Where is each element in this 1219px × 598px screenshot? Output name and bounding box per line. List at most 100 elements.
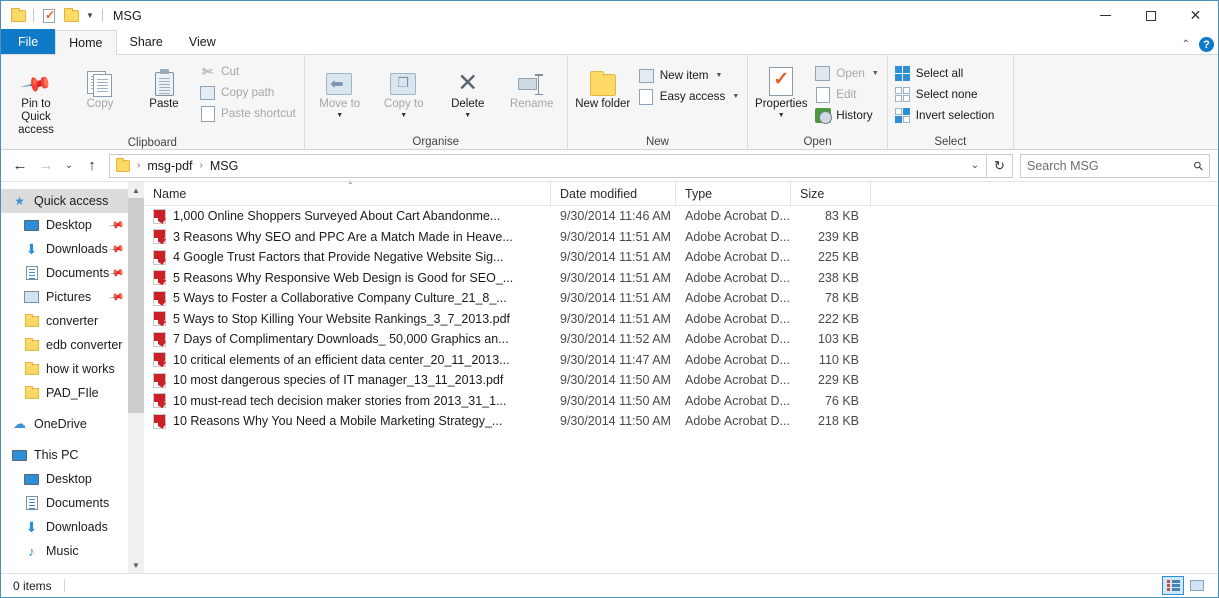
delete-button[interactable]: ✕ Delete ▼ [436,59,500,120]
paste-button[interactable]: Paste [132,59,196,111]
new-folder-button[interactable]: New folder [571,59,635,111]
table-row[interactable]: 7 Days of Complimentary Downloads_ 50,00… [144,329,1218,350]
copy-to-button[interactable]: ❐ Copy to ▼ [372,59,436,120]
table-row[interactable]: 5 Reasons Why Responsive Web Design is G… [144,268,1218,289]
column-headers: ⌃ Name Date modified Type Size [144,182,1218,206]
sidebar-item-downloads[interactable]: ⬇ Downloads 📌 [1,237,144,261]
breadcrumb-item-msg-pdf[interactable]: msg-pdf [147,159,192,173]
file-name-cell[interactable]: 10 critical elements of an efficient dat… [144,352,551,368]
easy-access-button[interactable]: Easy access ▼ [635,86,745,107]
help-icon[interactable]: ? [1199,37,1214,52]
large-icons-view-button[interactable] [1186,576,1208,595]
chevron-up-icon[interactable]: ⌃ [1182,39,1190,50]
navpane-scrollbar[interactable]: ▲ ▼ [128,182,144,573]
edit-button[interactable]: Edit [811,84,884,105]
properties-button[interactable]: Properties ▼ [751,59,811,120]
pin-to-quick-access-button[interactable]: 📌 Pin to Quick access [4,59,68,137]
rename-button[interactable]: Rename [500,59,564,111]
paste-shortcut-button[interactable]: Paste shortcut [196,103,301,124]
chevron-down-icon[interactable]: ▼ [872,70,879,77]
column-header-size[interactable]: Size [791,182,871,205]
sidebar-item-this-pc-desktop[interactable]: Desktop [1,467,144,491]
sidebar-item-this-pc-downloads[interactable]: ⬇ Downloads [1,515,144,539]
sidebar-item-edb-converter[interactable]: edb converter [1,333,144,357]
table-row[interactable]: 1,000 Online Shoppers Surveyed About Car… [144,206,1218,227]
minimize-button[interactable] [1083,1,1128,30]
sidebar-item-this-pc[interactable]: This PC [1,443,144,467]
file-name-cell[interactable]: 10 must-read tech decision maker stories… [144,393,551,409]
scroll-down-icon[interactable]: ▼ [132,557,140,573]
breadcrumb[interactable]: › msg-pdf › MSG ⌄ ↻ [109,153,1013,178]
file-name-cell[interactable]: 10 Reasons Why You Need a Mobile Marketi… [144,413,551,429]
sidebar-item-this-pc-documents[interactable]: Documents [1,491,144,515]
folder-icon[interactable] [7,5,29,27]
move-to-button[interactable]: ⬅ Move to ▼ [308,59,372,120]
table-row[interactable]: 5 Ways to Foster a Collaborative Company… [144,288,1218,309]
select-none-button[interactable]: Select none [891,84,1000,105]
sidebar-item-converter[interactable]: converter [1,309,144,333]
tab-home[interactable]: Home [55,30,117,55]
copy-button[interactable]: Copy [68,59,132,111]
sidebar-item-pad-file[interactable]: PAD_FIle [1,381,144,405]
file-name-cell[interactable]: 5 Ways to Stop Killing Your Website Rank… [144,311,551,327]
table-row[interactable]: 10 must-read tech decision maker stories… [144,391,1218,412]
chevron-down-icon[interactable]: ⌄ [964,160,986,171]
scroll-up-icon[interactable]: ▲ [132,182,140,198]
forward-button[interactable]: → [33,153,59,179]
tab-file[interactable]: File [1,29,56,54]
table-row[interactable]: 4 Google Trust Factors that Provide Nega… [144,247,1218,268]
search-input[interactable]: Search MSG ⚲ [1020,153,1210,178]
column-header-name[interactable]: ⌃ Name [144,182,551,205]
file-name-cell[interactable]: 3 Reasons Why SEO and PPC Are a Match Ma… [144,229,551,245]
chevron-down-icon[interactable]: ▼ [715,72,722,79]
column-header-date-modified[interactable]: Date modified [551,182,676,205]
refresh-icon[interactable]: ↻ [986,154,1012,177]
details-view-button[interactable] [1162,576,1184,595]
tab-view[interactable]: View [176,29,229,54]
open-button[interactable]: Open ▼ [811,63,884,84]
chevron-down-icon[interactable]: ▼ [464,112,471,120]
scrollbar-thumb[interactable] [128,198,144,413]
table-row[interactable]: 5 Ways to Stop Killing Your Website Rank… [144,309,1218,330]
sidebar-item-this-pc-music[interactable]: ♪ Music [1,539,144,563]
file-name-cell[interactable]: 5 Reasons Why Responsive Web Design is G… [144,270,551,286]
sidebar-item-quick-access[interactable]: ★ Quick access [1,189,144,213]
tab-share[interactable]: Share [117,29,176,54]
new-item-button[interactable]: New item ▼ [635,65,745,86]
table-row[interactable]: 10 critical elements of an efficient dat… [144,350,1218,371]
cut-button[interactable]: ✄ Cut [196,61,301,82]
pin-icon: 📌 [107,216,125,234]
file-name-cell[interactable]: 10 most dangerous species of IT manager_… [144,372,551,388]
file-name-cell[interactable]: 1,000 Online Shoppers Surveyed About Car… [144,208,551,224]
chevron-down-icon[interactable]: ▼ [778,112,785,120]
close-button[interactable]: ✕ [1173,1,1218,30]
file-name-cell[interactable]: 7 Days of Complimentary Downloads_ 50,00… [144,331,551,347]
back-button[interactable]: ← [7,153,33,179]
chevron-down-icon[interactable]: ▼ [82,6,98,26]
chevron-down-icon[interactable]: ▼ [400,112,407,120]
breadcrumb-item-msg[interactable]: MSG [210,159,238,173]
folder-icon[interactable] [60,5,82,27]
invert-selection-button[interactable]: Invert selection [891,105,1000,126]
file-name-cell[interactable]: 4 Google Trust Factors that Provide Nega… [144,249,551,265]
sidebar-item-onedrive[interactable]: ☁ OneDrive [1,412,144,436]
sidebar-item-desktop[interactable]: Desktop 📌 [1,213,144,237]
save-check-icon[interactable] [38,5,60,27]
select-all-button[interactable]: Select all [891,63,1000,84]
sidebar-item-pictures[interactable]: Pictures 📌 [1,285,144,309]
chevron-down-icon[interactable]: ▼ [732,93,739,100]
button-label: Paste [149,98,179,110]
sidebar-item-documents[interactable]: Documents 📌 [1,261,144,285]
up-button[interactable]: ↑ [79,153,105,179]
column-header-type[interactable]: Type [676,182,791,205]
chevron-down-icon[interactable]: ▼ [336,112,343,120]
table-row[interactable]: 10 most dangerous species of IT manager_… [144,370,1218,391]
history-button[interactable]: History [811,105,884,126]
maximize-button[interactable] [1128,1,1173,30]
recent-locations-button[interactable]: ⌄ [59,153,79,179]
file-name-cell[interactable]: 5 Ways to Foster a Collaborative Company… [144,290,551,306]
copy-path-button[interactable]: Copy path [196,82,301,103]
table-row[interactable]: 10 Reasons Why You Need a Mobile Marketi… [144,411,1218,432]
table-row[interactable]: 3 Reasons Why SEO and PPC Are a Match Ma… [144,227,1218,248]
sidebar-item-how-it-works[interactable]: how it works [1,357,144,381]
